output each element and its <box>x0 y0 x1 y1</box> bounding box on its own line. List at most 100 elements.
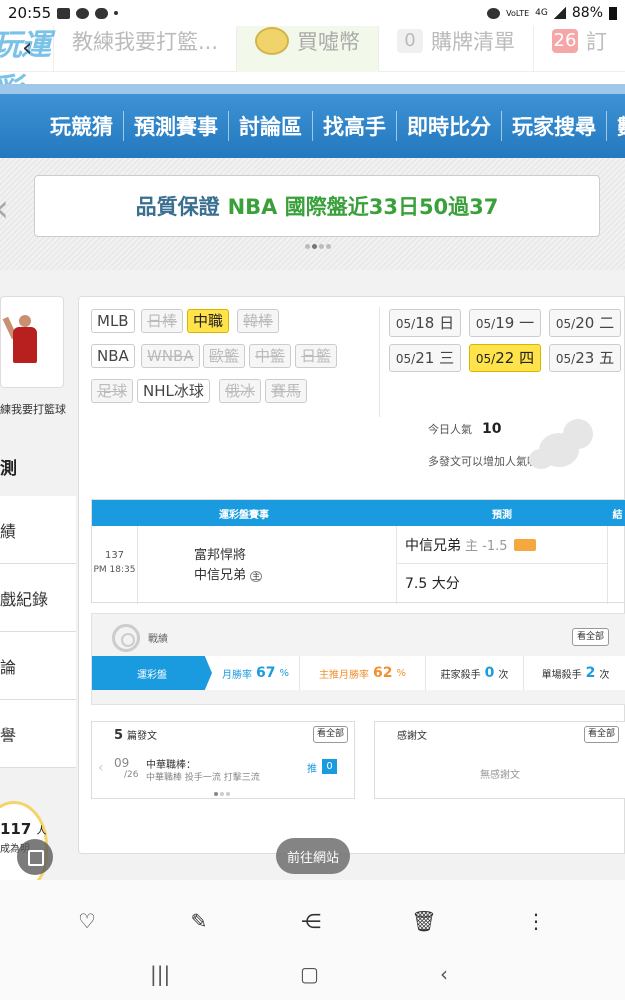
date-chip[interactable]: 05/18 日 <box>389 309 461 337</box>
date-chip[interactable]: 05/21 三 <box>389 344 461 372</box>
thanks-title: 感謝文 <box>397 731 427 742</box>
back-chevron-icon[interactable]: ‹ <box>22 35 40 61</box>
list-item[interactable]: ‹ 09 /26 中華職棒： 中華職棒 投手一流 打擊三流 推 0 <box>98 750 346 790</box>
game-time: PM 18:35 <box>93 565 136 575</box>
home-mark: 主 <box>250 571 263 582</box>
tab-label: 教練我要打籃... <box>71 30 218 54</box>
sidebar-item-game-log[interactable]: 戲紀錄 <box>0 564 76 632</box>
league-chip[interactable]: MLB <box>91 309 135 333</box>
pager-dot[interactable] <box>220 792 224 796</box>
record-view-all-button[interactable]: 看全部 <box>572 628 610 646</box>
banner-text-1: 品質保證 <box>135 195 220 219</box>
nav-item-experts[interactable]: 找高手 <box>313 111 397 141</box>
pick-row: 中信兄弟 主 -1.5 <box>397 526 607 564</box>
table-header: 運彩盤賽事 預測 結 <box>92 500 625 526</box>
date-chip[interactable]: 05/20 二 <box>549 309 621 337</box>
alarm-icon <box>487 7 501 19</box>
target-icon <box>112 624 140 652</box>
pager-dot[interactable] <box>305 244 310 249</box>
nav-band-top <box>0 84 625 94</box>
pencil-icon[interactable]: ✎ <box>186 908 212 934</box>
pager-dot[interactable] <box>319 244 324 249</box>
cart-count-badge: 0 <box>397 29 423 53</box>
posts-view-all-button[interactable]: 看全部 <box>312 726 348 743</box>
sidebar-item-honor[interactable]: 譽 <box>0 700 76 768</box>
avatar[interactable] <box>0 296 64 388</box>
pager-dot[interactable] <box>326 244 331 249</box>
post-day: /26 <box>124 770 139 780</box>
nav-item-livescore[interactable]: 即時比分 <box>397 111 502 141</box>
posts-pager <box>214 792 230 796</box>
chrome-icon <box>76 7 90 19</box>
league-chip: 中籃 <box>249 344 292 368</box>
league-chip[interactable]: 中職 <box>187 309 230 333</box>
pager-dot[interactable] <box>214 792 218 796</box>
posts-label: 篇發文 <box>127 731 158 742</box>
chevron-left-icon[interactable]: ‹ <box>98 760 104 776</box>
heart-icon[interactable]: ♡ <box>74 908 100 934</box>
pager-dot[interactable] <box>312 244 317 249</box>
tab-label: 買噓幣 <box>297 30 360 54</box>
orders-count-badge: 26 <box>552 29 578 53</box>
share-icon[interactable]: ⋲ <box>298 908 324 934</box>
record-type-pill[interactable]: 運彩盤 <box>92 656 212 690</box>
follower-count-unit: 人 <box>36 826 47 837</box>
recent-apps-icon[interactable]: ||| <box>150 962 170 986</box>
go-to-site-button[interactable]: 前往網站 <box>276 838 350 874</box>
post-category: 中華職棒： <box>146 760 196 771</box>
sidebar-menu-head: 測 <box>0 444 76 488</box>
chevron-left-icon[interactable]: ‹ <box>0 186 9 230</box>
banner-text-2: NBA 國際盤近33日50過37 <box>227 195 499 219</box>
divider <box>379 307 380 417</box>
nav-item-player-search[interactable]: 玩家搜尋 <box>502 111 607 141</box>
league-chip: 俄冰 <box>219 379 262 403</box>
popularity-label: 今日人氣 <box>428 423 472 436</box>
follower-count-value: 117 <box>0 820 32 838</box>
posts-title: 5 篇發文 <box>114 727 157 743</box>
stat-value: 67 <box>256 665 276 681</box>
league-chip: 足球 <box>91 379 134 403</box>
league-chip: 韓棒 <box>237 309 280 333</box>
date-chip[interactable]: 05/22 四 <box>469 344 541 372</box>
post-month: 09 <box>114 756 130 770</box>
cloud-icon <box>95 7 109 19</box>
nav-item-data[interactable]: 數 <box>607 111 625 141</box>
record-panel: 戰績 看全部 運彩盤 月勝率 67 % 主推月勝率 62 % 莊家殺手 0 次 <box>91 613 625 705</box>
stat-single-killer: 單場殺手 2 次 <box>524 656 625 690</box>
home-icon[interactable]: ▢ <box>300 962 319 986</box>
page: 20:55 VoLTE 4G 88% 玩運彩 ‹ 教練我要打籃... 買噓幣 <box>0 0 625 1000</box>
dot-icon <box>114 11 119 15</box>
promo-banner[interactable]: 品質保證 NBA 國際盤近33日50過37 <box>34 175 600 237</box>
screenshot-icon[interactable] <box>17 839 53 875</box>
nav-item-guess[interactable]: 玩競猜 <box>40 111 124 141</box>
league-chip: 歐籃 <box>203 344 246 368</box>
date-chip[interactable]: 05/23 五 <box>549 344 621 372</box>
battery-icon <box>609 6 617 20</box>
header-result: 結 <box>612 509 623 521</box>
league-chip[interactable]: NBA <box>91 344 135 368</box>
date-chip[interactable]: 05/19 一 <box>469 309 541 337</box>
total-row: 7.5 大分 <box>405 576 460 592</box>
league-chip[interactable]: NHL冰球 <box>137 379 210 403</box>
nav-item-forum[interactable]: 討論區 <box>229 111 313 141</box>
more-icon[interactable]: ⋮ <box>523 908 549 934</box>
mascot-icon <box>529 413 599 473</box>
pick-line: 主 -1.5 <box>465 539 508 554</box>
stat-value: 62 <box>373 665 393 681</box>
stat-unit: % <box>396 667 406 679</box>
clock: 20:55 <box>8 4 52 22</box>
featured-tag-icon <box>513 538 536 551</box>
sidebar-item-discussion[interactable]: 論 <box>0 632 76 700</box>
sidebar-item-record[interactable]: 績 <box>0 496 76 564</box>
thanks-view-all-button[interactable]: 看全部 <box>583 726 619 743</box>
stat-unit: % <box>279 667 289 679</box>
post-title[interactable]: 中華職棒 投手一流 打擊三流 <box>146 770 260 783</box>
trash-icon[interactable]: 🗑 <box>411 908 437 934</box>
game-id: 137 PM 18:35 <box>92 526 138 604</box>
back-icon[interactable]: ‹ <box>440 962 448 986</box>
user-name: 練我要打籃球 <box>0 403 66 416</box>
pager-dot[interactable] <box>226 792 230 796</box>
nav-item-predict[interactable]: 預測賽事 <box>124 111 229 141</box>
main-card: MLB 日棒 中職 韓棒 NBA WNBA 歐籃 中籃 日籃 足球 NHL冰球 俄冰 賽馬 05/18 … <box>78 296 625 854</box>
game-number: 137 <box>104 550 125 561</box>
